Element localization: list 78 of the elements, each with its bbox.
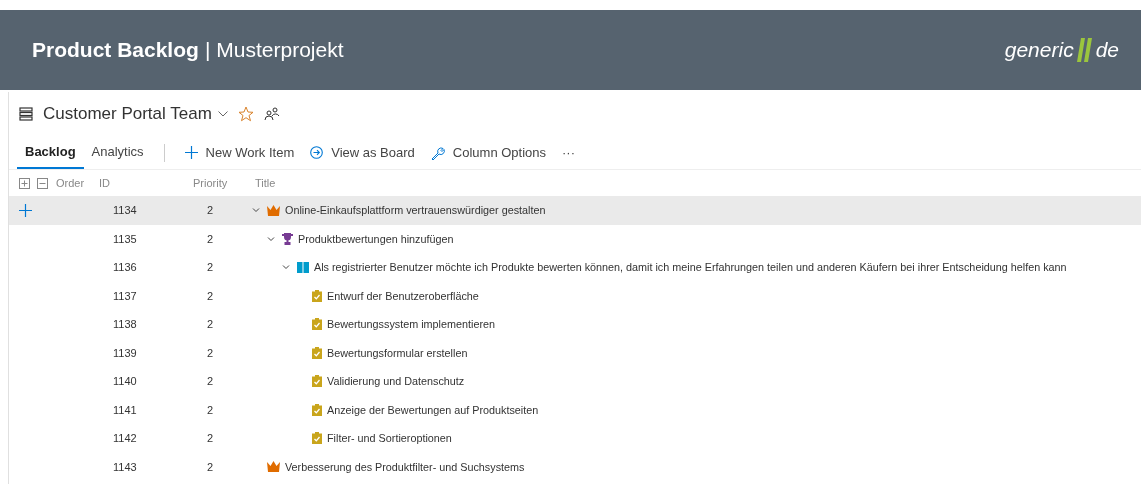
column-header: Priority bbox=[193, 175, 229, 191]
clipboard-icon bbox=[312, 432, 322, 445]
table-cell-text: 1139 bbox=[113, 345, 138, 361]
table-row[interactable]: 1138 2 Bewertungssystem implementieren bbox=[9, 310, 1141, 339]
table-cell-text: 1134 bbox=[113, 203, 138, 218]
table-row[interactable]: 1137 2 Entwurf der Benutzeroberfläche bbox=[9, 281, 1141, 310]
toolbar-button[interactable]: Column Options bbox=[422, 136, 555, 169]
work-item-title[interactable]: Validierung und Datenschutz bbox=[327, 373, 465, 390]
clipboard-icon bbox=[312, 375, 322, 388]
table-cell-text: 2 bbox=[207, 231, 215, 247]
table-cell-text: 2 bbox=[207, 288, 215, 304]
title-separator: | bbox=[204, 37, 211, 64]
chevron-down-icon[interactable] bbox=[282, 263, 290, 272]
work-item-title[interactable]: Online-Einkaufsplattform vertrauenswürdiger gestalten bbox=[285, 202, 546, 219]
chevron-down-icon[interactable] bbox=[267, 234, 275, 243]
plus-icon bbox=[184, 146, 198, 159]
wrench-icon bbox=[430, 145, 445, 160]
table-cell-text: 1137 bbox=[113, 288, 138, 304]
table-cell-text: 2 bbox=[207, 317, 215, 332]
table-cell-text: 2 bbox=[207, 260, 215, 275]
work-item-title[interactable]: Verbesserung des Produktfilter- und Suchsystems bbox=[285, 458, 525, 475]
table-row[interactable]: 1134 2 Online-Einkaufsplattform vertrauenswürdiger gestalten bbox=[9, 196, 1141, 225]
logo: generic de bbox=[1004, 37, 1119, 64]
table-cell-text: 1136 bbox=[113, 260, 138, 275]
table-cell-text: 2 bbox=[207, 345, 215, 361]
column-header: ID bbox=[99, 175, 111, 191]
team-selector[interactable]: Customer Portal Team bbox=[43, 101, 228, 127]
column-header: Title bbox=[255, 175, 276, 191]
add-child-icon[interactable] bbox=[19, 203, 32, 217]
table-row[interactable]: 1141 2 Anzeige der Bewertungen auf Produktseiten bbox=[9, 395, 1141, 424]
clipboard-icon bbox=[312, 403, 322, 416]
clipboard-icon bbox=[312, 318, 322, 331]
trophy-icon bbox=[282, 232, 293, 245]
work-item-title[interactable]: Filter- und Sortieroptionen bbox=[327, 430, 452, 447]
crown-icon bbox=[267, 204, 280, 216]
work-item-title[interactable]: Entwurf der Benutzeroberfläche bbox=[327, 287, 479, 304]
table-cell-text: 1143 bbox=[113, 459, 138, 475]
table-cell-text: 2 bbox=[207, 374, 215, 389]
more-button[interactable]: ··· bbox=[554, 136, 584, 169]
book-icon bbox=[297, 261, 309, 273]
table-cell-text: 1135 bbox=[113, 231, 138, 247]
tab[interactable]: Analytics bbox=[83, 136, 152, 169]
table-cell-text: 2 bbox=[207, 402, 215, 418]
work-item-title[interactable]: Bewertungssystem implementieren bbox=[327, 316, 496, 333]
table-cell-text: 1138 bbox=[113, 317, 138, 332]
work-item-title[interactable]: Bewertungsformular erstellen bbox=[327, 344, 468, 361]
table-row[interactable]: 1143 2 Verbesserung des Produktfilter- und Suchsystems bbox=[9, 452, 1141, 481]
collapse-all-icon[interactable] bbox=[37, 177, 48, 189]
toolbar-button[interactable]: View as Board bbox=[302, 136, 423, 169]
page-title: Product Backlog bbox=[32, 37, 199, 64]
table-cell-text: 1140 bbox=[113, 374, 138, 389]
table-cell-text: 2 bbox=[207, 203, 215, 218]
crown-icon bbox=[267, 461, 280, 473]
table-row[interactable]: 1140 2 Validierung und Datenschutz bbox=[9, 367, 1141, 396]
chevron-down-icon bbox=[217, 111, 228, 117]
people-icon[interactable] bbox=[263, 107, 280, 121]
column-header: Order bbox=[56, 175, 86, 191]
table-row[interactable]: 1135 2 Produktbewertungen hinzufügen bbox=[9, 224, 1141, 253]
table-cell-text: 2 bbox=[207, 431, 215, 446]
work-item-title[interactable]: Als registrierter Benutzer möchte ich Produkte bewerten können, damit ich meine Erfahrungen teilen und anderen Käufern bei ihrer Entscheidung helfen kann bbox=[314, 259, 1067, 276]
table-cell-text: 1141 bbox=[113, 402, 138, 418]
star-icon[interactable] bbox=[237, 106, 254, 122]
table-row[interactable]: 1142 2 Filter- und Sortieroptionen bbox=[9, 424, 1141, 453]
toolbar-button[interactable]: New Work Item bbox=[176, 136, 303, 169]
clipboard-icon bbox=[312, 346, 322, 359]
table-row[interactable]: 1139 2 Bewertungsformular erstellen bbox=[9, 338, 1141, 367]
chevron-down-icon[interactable] bbox=[252, 206, 260, 215]
project-name: Musterprojekt bbox=[216, 37, 344, 64]
tab[interactable]: Backlog bbox=[17, 136, 84, 169]
clipboard-icon bbox=[312, 289, 322, 302]
work-item-title[interactable]: Anzeige der Bewertungen auf Produktseiten bbox=[327, 401, 539, 418]
table-cell-text: 2 bbox=[207, 459, 215, 475]
arrow-circle-icon bbox=[310, 146, 324, 159]
work-item-title[interactable]: Produktbewertungen hinzufügen bbox=[298, 230, 454, 247]
expand-all-icon[interactable] bbox=[19, 177, 30, 189]
table-row[interactable]: 1136 2 Als registrierter Benutzer möchte ich Produkte bewerten können, damit ich meine Erfahrungen teilen und anderen Käufern bei ihrer Entscheidung helfen kann bbox=[9, 253, 1141, 282]
table-cell-text: 1142 bbox=[113, 431, 138, 446]
backlog-icon bbox=[19, 107, 33, 121]
